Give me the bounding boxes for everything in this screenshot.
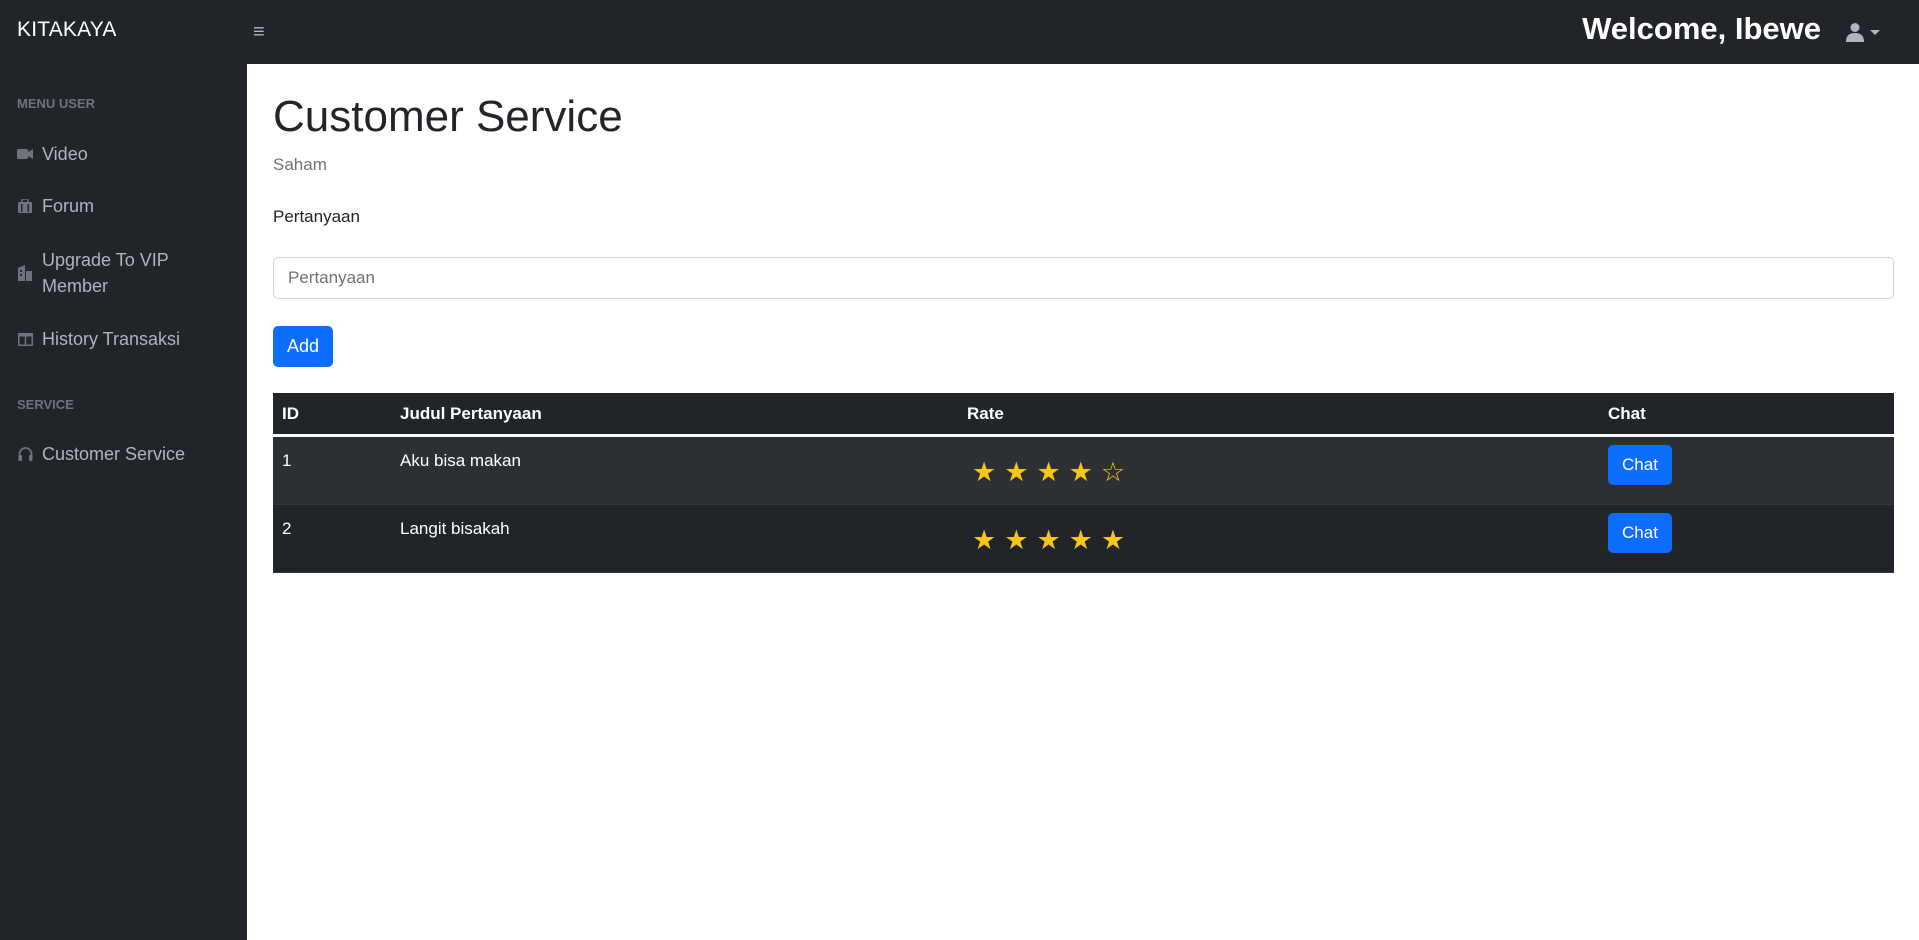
table-row: 2 Langit bisakah ★ ★ ★ ★ ★ Chat — [273, 505, 1894, 573]
star-filled-icon: ★ — [1004, 457, 1029, 487]
star-filled-icon: ★ — [1036, 525, 1061, 555]
main-content: Customer Service Saham Pertanyaan Add ID… — [247, 64, 1919, 940]
row-chat: Chat — [1608, 437, 1894, 485]
video-icon — [17, 141, 33, 167]
sidebar-item-label: Upgrade To VIP Member — [42, 250, 169, 296]
row-rate: ★ ★ ★ ★ ☆ — [967, 437, 1608, 487]
row-id: 2 — [282, 519, 292, 538]
column-header-id: ID — [282, 403, 299, 423]
row-id: 1 — [282, 451, 292, 470]
star-filled-icon: ★ — [1068, 525, 1093, 555]
star-filled-icon: ★ — [1036, 457, 1061, 487]
table-row: 1 Aku bisa makan ★ ★ ★ ★ ☆ Chat — [273, 437, 1894, 505]
page-subtitle: Saham — [273, 155, 327, 174]
column-header-rate: Rate — [967, 403, 1004, 423]
column-header-chat: Chat — [1608, 403, 1646, 423]
star-filled-icon: ★ — [1068, 457, 1093, 487]
row-rate: ★ ★ ★ ★ ★ — [967, 505, 1608, 555]
sidebar-item-customer-service[interactable]: Customer Service — [17, 441, 237, 467]
chevron-down-icon — [1870, 29, 1880, 35]
row-title: Langit bisakah — [400, 519, 510, 538]
table-icon — [17, 326, 33, 352]
add-button[interactable]: Add — [273, 326, 333, 367]
star-filled-icon: ★ — [972, 525, 997, 555]
user-icon — [1846, 23, 1864, 42]
sidebar-item-label: Forum — [42, 196, 95, 216]
sidebar: MENU USER Video Forum Upgrade To VIP Mem… — [0, 64, 247, 940]
chat-button[interactable]: Chat — [1608, 513, 1672, 553]
sidebar-heading-menu-user: MENU USER — [17, 96, 96, 111]
welcome-text: Welcome, Ibewe — [1582, 11, 1821, 46]
top-navbar: KITAKAYA ≡ Welcome, Ibewe — [0, 0, 1919, 64]
star-filled-icon: ★ — [1004, 525, 1029, 555]
sidebar-item-forum[interactable]: Forum — [17, 193, 237, 219]
row-chat: Chat — [1608, 505, 1894, 553]
forum-icon — [17, 193, 33, 219]
star-empty-icon: ☆ — [1100, 457, 1126, 487]
page-title: Customer Service — [273, 92, 623, 141]
table-header: ID Judul Pertanyaan Rate Chat — [273, 393, 1894, 437]
star-filled-icon: ★ — [972, 457, 997, 487]
row-title: Aku bisa makan — [400, 451, 521, 470]
sidebar-item-video[interactable]: Video — [17, 141, 237, 167]
star-rating: ★ ★ ★ ★ ★ — [967, 525, 1608, 555]
user-menu-dropdown[interactable] — [1846, 20, 1886, 44]
sidebar-item-label: Video — [42, 144, 88, 164]
sidebar-item-label: History Transaksi — [42, 329, 181, 349]
chat-button[interactable]: Chat — [1608, 445, 1672, 485]
questions-table: ID Judul Pertanyaan Rate Chat 1 Aku bisa… — [273, 393, 1894, 573]
upgrade-icon — [17, 247, 33, 299]
question-input[interactable] — [273, 257, 1894, 299]
sidebar-item-label: Customer Service — [42, 444, 186, 464]
sidebar-item-history-transaksi[interactable]: History Transaksi — [17, 326, 237, 352]
question-label: Pertanyaan — [273, 207, 360, 226]
sidebar-item-upgrade-vip[interactable]: Upgrade To VIP Member — [17, 247, 237, 299]
headset-icon — [17, 441, 33, 467]
star-filled-icon: ★ — [1100, 525, 1126, 555]
sidebar-heading-service: SERVICE — [17, 397, 74, 412]
star-rating: ★ ★ ★ ★ ☆ — [967, 457, 1608, 487]
brand-logo[interactable]: KITAKAYA — [17, 18, 117, 42]
column-header-title: Judul Pertanyaan — [400, 403, 542, 423]
sidebar-toggle-icon[interactable]: ≡ — [253, 20, 273, 44]
